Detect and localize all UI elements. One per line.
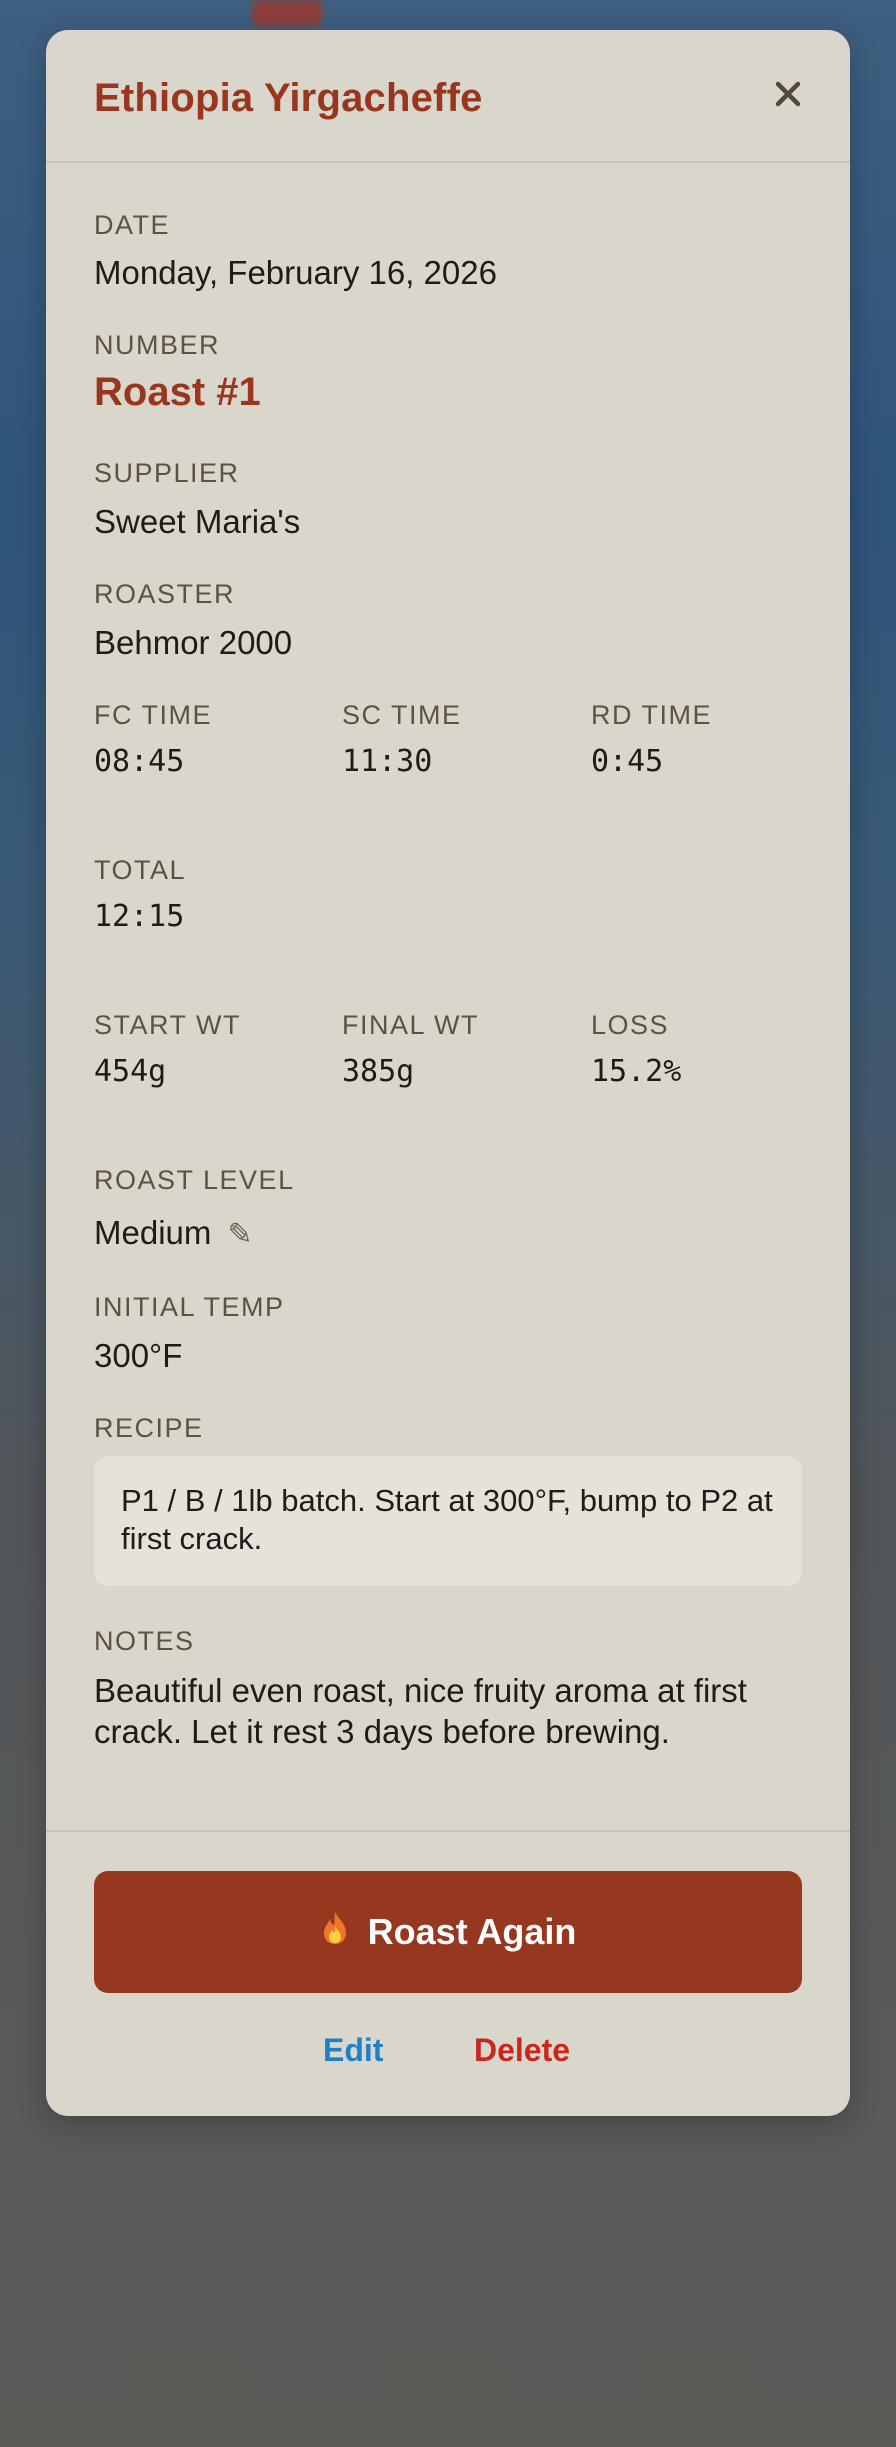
number-label: NUMBER: [94, 330, 221, 360]
close-icon: [775, 81, 801, 107]
roaster-value: Behmor 2000: [94, 624, 293, 661]
roast-level-row: Medium ✎: [94, 1214, 253, 1252]
rd-time-label: RD TIME: [591, 700, 713, 730]
footer-divider: [46, 1830, 850, 1832]
roast-again-button[interactable]: Roast Again: [94, 1871, 802, 1993]
recipe-value: P1 / B / 1lb batch. Start at 300°F, bump…: [121, 1483, 773, 1556]
fc-time-value: 08:45: [94, 744, 185, 779]
loss-value: 15.2%: [591, 1054, 682, 1089]
fc-time-label: FC TIME: [94, 700, 212, 730]
date-value: Monday, February 16, 2026: [94, 254, 497, 291]
background-blur-element: [252, 0, 322, 26]
roast-detail-modal: Ethiopia Yirgacheffe DATE Monday, Februa…: [46, 30, 850, 2116]
supplier-label: SUPPLIER: [94, 458, 240, 488]
sc-time-value: 11:30: [342, 744, 433, 779]
initial-temp-value: 300°F: [94, 1337, 183, 1374]
roast-number: Roast #1: [94, 370, 261, 414]
delete-link[interactable]: Delete: [474, 2032, 570, 2069]
modal-title: Ethiopia Yirgacheffe: [94, 76, 483, 120]
total-value: 12:15: [94, 899, 185, 934]
roaster-label: ROASTER: [94, 579, 236, 609]
final-wt-label: FINAL WT: [342, 1010, 479, 1040]
notes-value: Beautiful even roast, nice fruity aroma …: [94, 1672, 747, 1750]
total-label: TOTAL: [94, 855, 187, 885]
final-wt-value: 385g: [342, 1054, 415, 1089]
recipe-label: RECIPE: [94, 1413, 204, 1443]
roast-level-value: Medium: [94, 1214, 212, 1251]
edit-link[interactable]: Edit: [323, 2032, 383, 2069]
roast-again-label: Roast Again: [367, 1911, 577, 1952]
recipe-box: P1 / B / 1lb batch. Start at 300°F, bump…: [94, 1456, 802, 1586]
rd-time-value: 0:45: [591, 744, 664, 779]
close-button[interactable]: [766, 72, 810, 116]
initial-temp-label: INITIAL TEMP: [94, 1292, 285, 1322]
sc-time-label: SC TIME: [342, 700, 462, 730]
start-wt-label: START WT: [94, 1010, 241, 1040]
roast-level-label: ROAST LEVEL: [94, 1165, 295, 1195]
loss-label: LOSS: [591, 1010, 670, 1040]
modal-header: Ethiopia Yirgacheffe: [46, 30, 850, 163]
notes-label: NOTES: [94, 1626, 195, 1656]
date-label: DATE: [94, 210, 171, 240]
supplier-value: Sweet Maria's: [94, 503, 301, 540]
start-wt-value: 454g: [94, 1054, 167, 1089]
pencil-icon[interactable]: ✎: [227, 1217, 252, 1252]
flame-icon: [320, 1910, 350, 1954]
